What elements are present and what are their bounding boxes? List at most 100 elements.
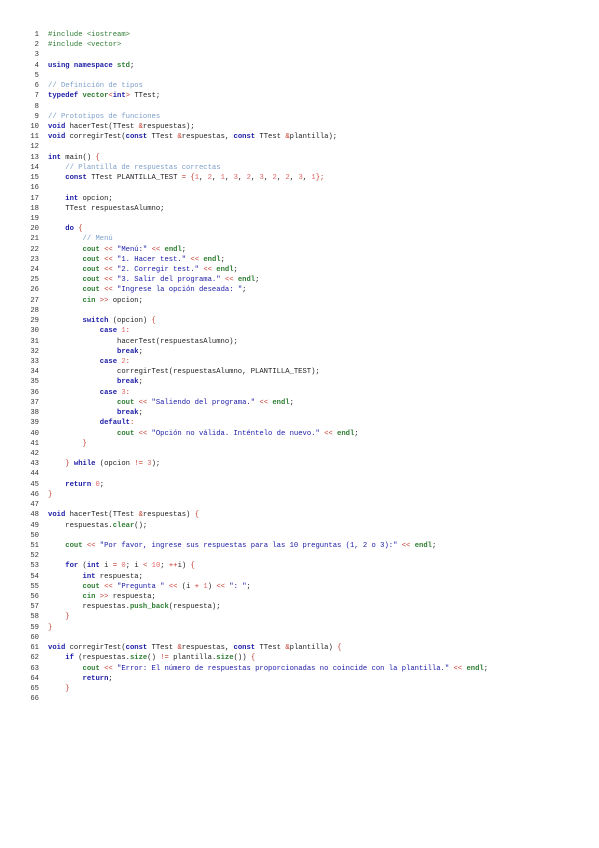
code-token: :: [125, 388, 130, 397]
code-token: "Saliendo del programa.": [151, 398, 260, 407]
code-token: TTest PLANTILLA_TEST: [91, 174, 182, 183]
line-source: void corregirTest(const TTest &respuesta…: [48, 644, 341, 652]
code-token: endl: [203, 255, 221, 264]
code-line: 43 } while (opcion != 3);: [30, 459, 590, 469]
line-source: hacerTest(respuestasAlumno);: [48, 338, 238, 346]
code-token: }: [82, 439, 87, 448]
code-token: ;: [181, 245, 187, 254]
line-number: 55: [30, 582, 39, 591]
code-token: >>: [99, 296, 113, 305]
code-line: 54 int respuesta;: [30, 572, 590, 582]
code-line: 56 cin >> respuesta;: [30, 592, 590, 602]
line-number: 66: [30, 695, 39, 704]
code-token: endl: [337, 429, 355, 438]
line-number: 45: [30, 480, 39, 489]
code-token: cout: [82, 255, 105, 264]
line-source: cout << "Pregunta " << (i + 1) << ": ";: [48, 583, 251, 591]
code-line: 10 void hacerTest(TTest &respuestas);: [30, 122, 590, 132]
line-number: 10: [30, 122, 39, 131]
code-token: ,: [263, 174, 273, 183]
code-token: cout: [82, 582, 105, 591]
code-token: cin: [82, 296, 100, 305]
code-token: std: [117, 61, 130, 70]
line-number: 52: [30, 552, 39, 561]
line-number: 26: [30, 286, 39, 295]
line-number: 41: [30, 439, 39, 448]
code-token: plantilla): [289, 644, 338, 653]
code-token: const: [125, 133, 152, 142]
line-source: do {: [48, 225, 82, 233]
code-line: 55 cout << "Pregunta " << (i + 1) << ": …: [30, 582, 590, 592]
code-token: :: [129, 419, 135, 428]
line-number: 1: [34, 31, 39, 39]
code-token: <<: [86, 541, 100, 550]
code-token: );: [151, 460, 161, 469]
line-source: TTest respuestasAlumno;: [48, 205, 164, 213]
code-token: endl: [237, 276, 256, 285]
line-source: } while (opcion != 3);: [48, 460, 160, 468]
line-number: 14: [30, 163, 39, 172]
line-number: 61: [30, 644, 39, 653]
code-token: default: [99, 419, 130, 428]
code-line: 35 break;: [30, 377, 590, 387]
code-token: i: [104, 562, 113, 571]
code-token: return: [82, 674, 109, 683]
code-token: ;: [108, 674, 113, 683]
line-source: case 3:: [48, 389, 130, 397]
code-token: "Pregunta ": [117, 582, 169, 591]
line-number: 65: [30, 685, 39, 693]
code-line: 25 cout << "3. Salir del programa." << e…: [30, 275, 590, 285]
line-source: break;: [48, 378, 143, 386]
code-token: <<: [138, 398, 152, 407]
code-token: using namespace: [48, 61, 118, 70]
code-token: {: [250, 654, 256, 663]
code-token: endl: [414, 541, 432, 550]
code-token: ;: [431, 541, 437, 550]
code-line: 27 cin >> opcion;: [30, 296, 590, 306]
code-line: 19: [30, 214, 590, 224]
code-token: :: [125, 358, 130, 366]
code-token: ();: [134, 521, 148, 530]
code-line: 26 cout << "Ingrese la opción deseada: "…: [30, 285, 590, 295]
code-token: ()): [233, 654, 251, 663]
code-token: respuestas.: [48, 603, 130, 612]
line-number: 16: [30, 184, 39, 193]
code-line: 5: [30, 71, 590, 81]
line-source: // Menú: [48, 235, 113, 243]
line-number: 18: [30, 204, 39, 213]
line-number: 34: [30, 368, 39, 377]
code-token: ;: [160, 562, 169, 571]
code-line: 4 using namespace std;: [30, 61, 590, 71]
code-token: <<: [104, 664, 118, 673]
line-source: int opcion;: [48, 195, 112, 203]
code-line: 37 cout << "Saliendo del programa." << e…: [30, 398, 590, 408]
code-token: <: [143, 562, 152, 571]
code-token: main(): [65, 153, 96, 162]
code-line: 20 do {: [30, 224, 590, 234]
code-line: 38 break;: [30, 408, 590, 418]
line-number: 38: [30, 409, 39, 418]
code-token: cout: [82, 266, 105, 275]
line-number: 43: [30, 460, 39, 469]
code-line: 31 hacerTest(respuestasAlumno);: [30, 337, 590, 347]
line-number: 32: [30, 347, 39, 356]
code-line: 29 switch (opcion) {: [30, 316, 590, 326]
line-number: 19: [30, 214, 39, 223]
line-number: 7: [34, 92, 39, 101]
code-token: hacerTest(TTest: [69, 511, 139, 520]
code-token: respuestas): [142, 511, 195, 520]
code-line: 48 void hacerTest(TTest &respuestas) {: [30, 510, 590, 520]
code-token: TTest: [151, 644, 178, 653]
code-token: 10: [151, 562, 161, 571]
line-source: }: [48, 624, 52, 632]
